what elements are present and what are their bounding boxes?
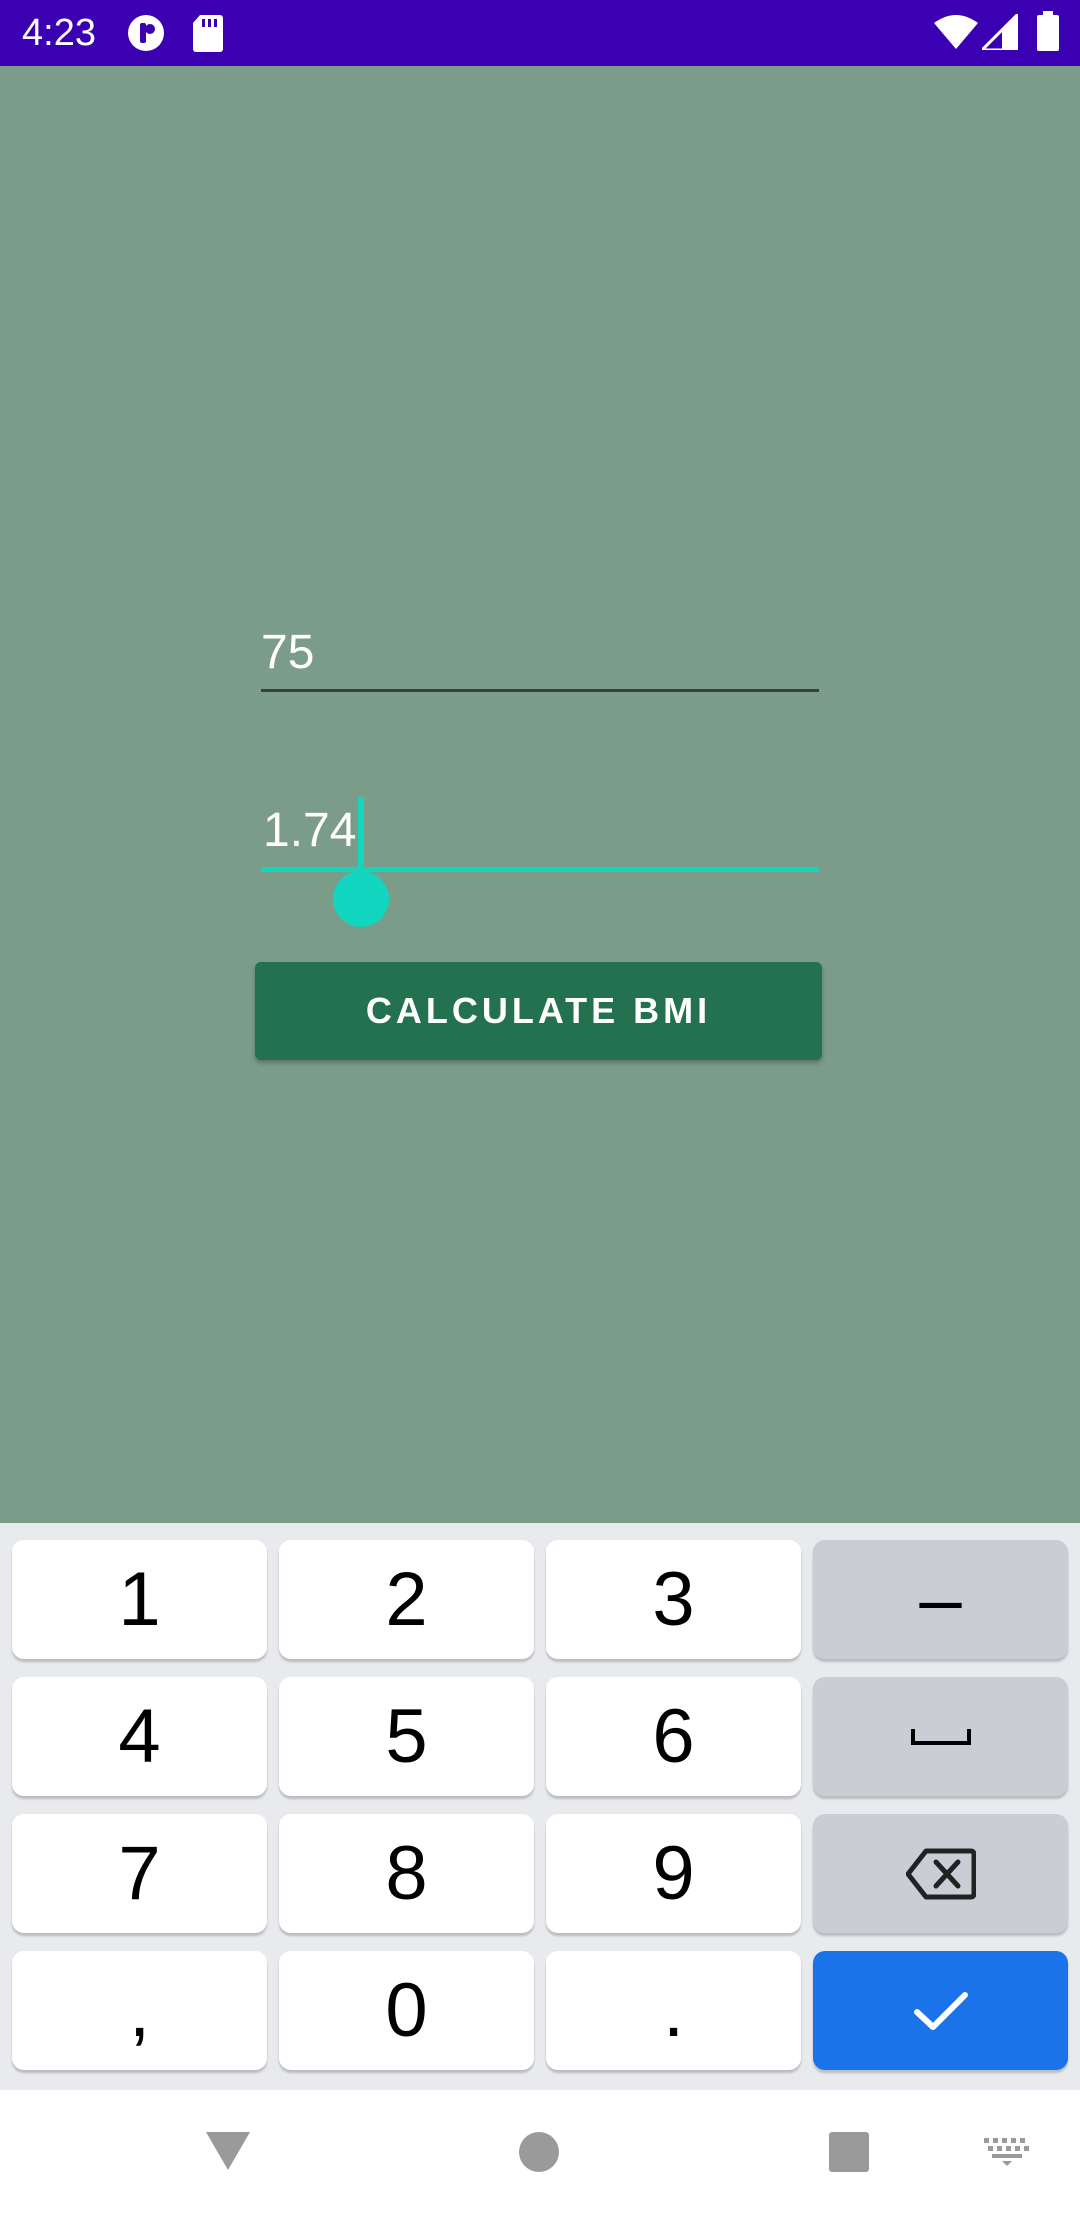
key-9[interactable]: 9 [546, 1814, 801, 1933]
calculate-bmi-button[interactable]: CALCULATE BMI [255, 962, 822, 1060]
signal-icon [978, 10, 1020, 55]
key-1[interactable]: 1 [12, 1540, 267, 1659]
key-comma[interactable]: , [12, 1951, 267, 2070]
weight-input[interactable]: 75 [261, 615, 819, 695]
cursor-handle[interactable] [333, 871, 389, 927]
wifi-icon [934, 15, 978, 54]
weight-input-underline [261, 689, 819, 692]
status-bar: 4:23 [0, 0, 1080, 66]
key-space[interactable] [813, 1677, 1068, 1796]
key-done[interactable] [813, 1951, 1068, 2070]
weight-value: 75 [261, 626, 315, 679]
app-notification-icon [126, 13, 166, 58]
key-6[interactable]: 6 [546, 1677, 801, 1796]
battery-icon [1037, 11, 1059, 56]
status-time: 4:23 [22, 12, 96, 54]
keyboard-switch-icon[interactable] [984, 2138, 1030, 2171]
key-2[interactable]: 2 [279, 1540, 534, 1659]
key-backspace[interactable] [813, 1814, 1068, 1933]
recents-icon[interactable] [828, 2131, 870, 2178]
key-minus[interactable]: – [813, 1540, 1068, 1659]
key-3[interactable]: 3 [546, 1540, 801, 1659]
back-icon[interactable] [204, 2130, 252, 2177]
height-value: 1.74 [263, 804, 357, 857]
key-4[interactable]: 4 [12, 1677, 267, 1796]
sd-card-icon [192, 13, 224, 58]
key-period[interactable]: . [546, 1951, 801, 2070]
home-icon[interactable] [518, 2131, 560, 2178]
text-cursor [358, 797, 364, 869]
key-0[interactable]: 0 [279, 1951, 534, 2070]
numeric-keyboard: 1 2 3 – 4 5 6 7 8 9 , 0 . [0, 1523, 1080, 2090]
height-input-underline [261, 867, 819, 872]
navigation-bar [0, 2090, 1080, 2220]
key-8[interactable]: 8 [279, 1814, 534, 1933]
key-7[interactable]: 7 [12, 1814, 267, 1933]
height-input[interactable]: 1.74 [261, 793, 819, 873]
key-5[interactable]: 5 [279, 1677, 534, 1796]
